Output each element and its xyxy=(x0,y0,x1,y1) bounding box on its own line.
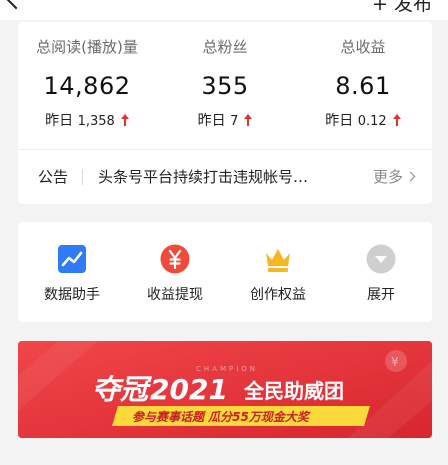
stat-label: 总粉丝 xyxy=(202,38,248,56)
stat-value: 8.61 xyxy=(335,72,391,100)
notice-label: 公告 xyxy=(38,168,69,186)
notice-bar[interactable]: 公告 头条号平台持续打击违规帐号… 更多 xyxy=(18,150,432,204)
tool-income-withdraw[interactable]: 收益提现 xyxy=(125,222,225,322)
yuan-icon xyxy=(160,244,190,274)
banner-yuan-symbol: ¥ xyxy=(391,355,399,369)
stat-label: 总阅读(播放)量 xyxy=(36,38,138,56)
stat-delta: 昨日 0.12 xyxy=(294,110,432,130)
chart-icon xyxy=(58,245,86,273)
stat-value: 355 xyxy=(201,72,249,100)
stat-delta: 昨日 7 xyxy=(156,110,294,130)
top-bar: + 发布 xyxy=(0,0,448,20)
banner-title-c: 全民助威团 xyxy=(243,379,344,403)
promo-banner[interactable]: CHAMPION 夺冠 2021 全民助威团 参与赛事话题 瓜分55万现金大奖 … xyxy=(18,341,432,438)
chevron-down-icon xyxy=(366,244,396,274)
publish-button[interactable]: + 发布 xyxy=(372,0,432,16)
tool-label: 收益提现 xyxy=(147,287,203,303)
tool-expand[interactable]: 展开 xyxy=(331,222,431,322)
arrow-up-icon xyxy=(392,114,401,126)
tool-creator-benefits[interactable]: 创作权益 xyxy=(228,222,328,322)
back-arrow-icon[interactable] xyxy=(4,0,28,10)
stat-label: 总收益 xyxy=(340,38,386,56)
notice-text[interactable]: 头条号平台持续打击违规帐号… xyxy=(98,166,358,187)
tool-label: 数据助手 xyxy=(44,287,100,303)
stat-value: 14,862 xyxy=(43,72,131,100)
delta-value: 1,358 xyxy=(77,114,115,129)
more-label: 更多 xyxy=(372,168,403,186)
chevron-right-icon xyxy=(405,171,416,182)
tool-label: 展开 xyxy=(367,287,395,303)
delta-prefix: 昨日 xyxy=(45,113,74,129)
tool-data-assistant[interactable]: 数据助手 xyxy=(22,222,122,322)
notice-separator xyxy=(82,169,83,185)
crown-icon xyxy=(266,249,290,272)
banner-subtitle: 参与赛事话题 瓜分55万现金大奖 xyxy=(132,410,311,424)
stat-delta: 昨日 1,358 xyxy=(18,110,156,130)
delta-value: 7 xyxy=(230,114,239,129)
banner-champion-text: CHAMPION xyxy=(196,365,258,373)
banner-graphic: CHAMPION 夺冠 2021 全民助威团 参与赛事话题 瓜分55万现金大奖 … xyxy=(18,341,432,438)
arrow-up-icon xyxy=(244,114,253,126)
delta-prefix: 昨日 xyxy=(325,113,354,129)
arrow-up-icon xyxy=(120,114,129,126)
tool-label: 创作权益 xyxy=(250,287,306,303)
banner-title-year: 2021 xyxy=(150,373,228,406)
delta-value: 0.12 xyxy=(357,114,387,129)
notice-more-link[interactable]: 更多 xyxy=(372,166,416,187)
tools-card: 数据助手 收益提现 创作权益 展开 xyxy=(18,222,432,322)
banner-title-a: 夺冠 xyxy=(92,373,153,406)
delta-prefix: 昨日 xyxy=(197,113,226,129)
stats-card: 总阅读(播放)量 14,862 昨日 1,358 总粉丝 355 昨日 7 总收… xyxy=(18,22,432,204)
